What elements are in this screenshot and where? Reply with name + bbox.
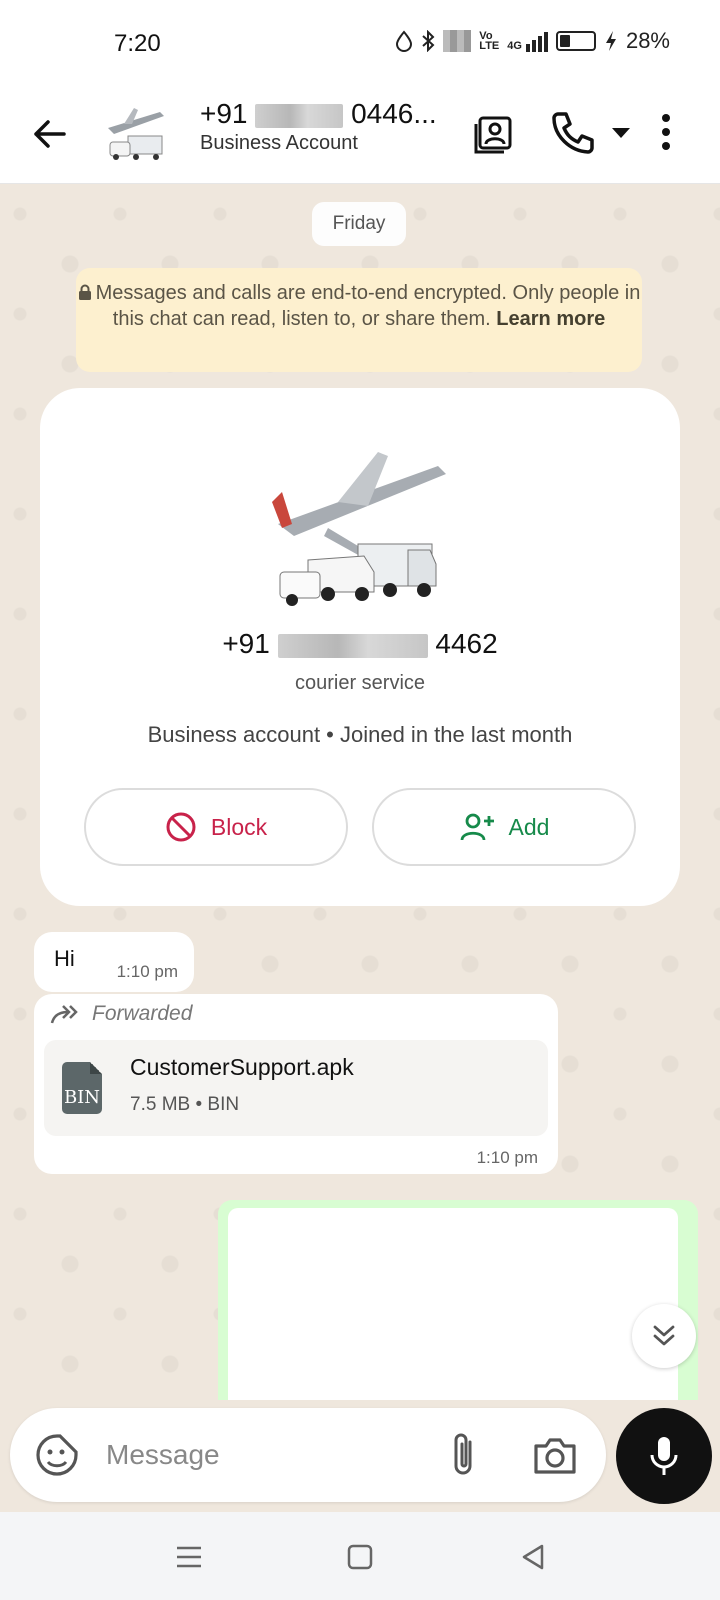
more-vert-icon[interactable] xyxy=(654,108,678,156)
add-contact-button[interactable]: Add xyxy=(372,788,636,866)
title-suffix: 0446... xyxy=(351,98,437,129)
bluetooth-icon xyxy=(422,30,435,52)
message-composer xyxy=(10,1408,606,1502)
redacted-number xyxy=(277,633,428,658)
profile-picture xyxy=(272,452,446,606)
menu-icon[interactable] xyxy=(172,1540,206,1574)
signal-icon: 4G xyxy=(507,30,548,52)
status-time: 7:20 xyxy=(114,30,161,57)
status-icons: Vo LTE 4G 28% xyxy=(395,28,670,54)
forwarded-icon xyxy=(50,1005,78,1024)
status-bar: 7:20 Vo LTE 4G 28% xyxy=(0,0,720,90)
chat-title[interactable]: +91 0446... xyxy=(200,98,437,130)
volte-icon: Vo LTE xyxy=(479,30,500,52)
water-drop-icon xyxy=(396,30,413,52)
dropdown-icon[interactable] xyxy=(606,108,636,156)
sticker-icon[interactable] xyxy=(34,1432,80,1478)
lock-icon xyxy=(78,284,91,300)
business-info: Business account • Joined in the last mo… xyxy=(147,722,573,747)
block-label: Block xyxy=(210,813,268,840)
contact-card-icon[interactable] xyxy=(472,108,520,156)
forwarded-label: Forwarded xyxy=(92,1002,193,1025)
business-category: courier service xyxy=(294,672,426,694)
phone-icon[interactable] xyxy=(548,108,596,156)
phone-suffix: 4462 xyxy=(435,628,498,659)
network-label: 4G xyxy=(507,40,522,52)
attach-icon[interactable] xyxy=(442,1430,486,1480)
chat-header: +91 0446... Business Account xyxy=(0,90,720,184)
battery-icon xyxy=(555,31,596,51)
add-person-icon xyxy=(460,813,494,841)
file-attachment[interactable]: BIN CustomerSupport.apk 7.5 MB • BIN xyxy=(44,1040,548,1136)
outgoing-message[interactable] xyxy=(218,1200,698,1400)
outgoing-media[interactable] xyxy=(228,1208,678,1400)
file-icon: BIN xyxy=(62,1062,102,1114)
camera-icon[interactable] xyxy=(532,1432,578,1478)
file-name: CustomerSupport.apk xyxy=(130,1054,354,1080)
title-prefix: +91 xyxy=(200,98,248,129)
system-nav-bar xyxy=(0,1512,720,1600)
learn-more-link[interactable]: Learn more xyxy=(496,308,605,330)
blurred-icon xyxy=(443,30,472,52)
phone-prefix: +91 xyxy=(222,628,270,659)
double-chevron-down-icon xyxy=(653,1325,675,1346)
avatar[interactable] xyxy=(100,100,170,170)
incoming-file-message[interactable]: Forwarded BIN CustomerSupport.apk 7.5 MB… xyxy=(34,994,558,1174)
microphone-icon xyxy=(650,1437,678,1475)
message-time: 1:10 pm xyxy=(476,1148,538,1167)
incoming-message[interactable]: Hi 1:10 pm xyxy=(34,932,194,992)
voice-message-button[interactable] xyxy=(616,1408,712,1504)
chat-subtitle: Business Account xyxy=(200,132,358,154)
add-label: Add xyxy=(508,813,550,840)
date-chip: Friday xyxy=(312,202,406,246)
message-input[interactable] xyxy=(106,1430,406,1480)
home-icon[interactable] xyxy=(343,1540,377,1574)
back-arrow-icon[interactable] xyxy=(28,112,72,156)
file-meta: 7.5 MB • BIN xyxy=(130,1094,240,1115)
profile-phone: +91 4462 xyxy=(40,628,680,660)
back-icon[interactable] xyxy=(516,1540,550,1574)
message-text: Hi xyxy=(54,946,75,971)
block-icon xyxy=(166,812,196,842)
chat-area[interactable]: Friday Messages and calls are end-to-end… xyxy=(0,184,720,1400)
redacted-number xyxy=(255,103,344,128)
business-profile-card: +91 4462 courier service Business accoun… xyxy=(40,388,680,906)
message-time: 1:10 pm xyxy=(116,962,178,981)
encryption-notice[interactable]: Messages and calls are end-to-end encryp… xyxy=(76,268,642,372)
scroll-to-bottom-button[interactable] xyxy=(632,1304,696,1368)
charging-icon xyxy=(605,31,616,51)
battery-percent: 28% xyxy=(625,28,670,53)
forwarded-row: Forwarded xyxy=(50,1002,192,1026)
block-button[interactable]: Block xyxy=(84,788,348,866)
